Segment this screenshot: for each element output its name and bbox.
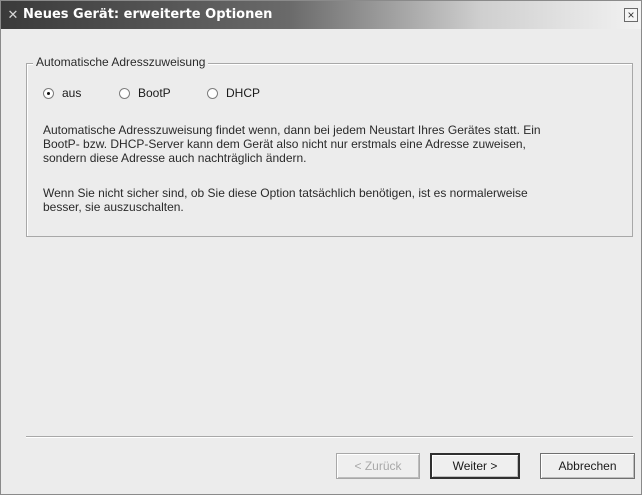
radio-indicator[interactable] bbox=[43, 87, 54, 99]
footer-separator bbox=[26, 436, 633, 438]
description-line: Wenn Sie nicht sicher sind, ob Sie diese… bbox=[43, 186, 528, 200]
title-bar[interactable]: ✕ Neues Gerät: erweiterte Optionen × bbox=[1, 1, 641, 29]
group-legend: Automatische Adresszuweisung bbox=[33, 55, 209, 69]
back-button[interactable]: < Zurück bbox=[336, 453, 420, 479]
close-icon[interactable]: × bbox=[624, 8, 638, 22]
radio-option-bootp[interactable]: BootP bbox=[119, 85, 171, 101]
radio-label: aus bbox=[62, 86, 82, 100]
dialog-window: ✕ Neues Gerät: erweiterte Optionen × Aut… bbox=[0, 0, 642, 495]
radio-label: BootP bbox=[138, 86, 171, 100]
radio-indicator[interactable] bbox=[119, 87, 130, 99]
app-icon: ✕ bbox=[7, 7, 19, 22]
description-line: sondern diese Adresse auch nachträglich … bbox=[43, 151, 307, 165]
description-line: besser, sie auszuschalten. bbox=[43, 200, 184, 214]
radio-label: DHCP bbox=[226, 86, 261, 100]
description-line: BootP- bzw. DHCP-Server kann dem Gerät a… bbox=[43, 137, 526, 151]
description-paragraph-1: Automatische Adresszuweisung findet wenn… bbox=[43, 123, 603, 165]
window-title: Neues Gerät: erweiterte Optionen bbox=[23, 7, 273, 22]
next-button[interactable]: Weiter > bbox=[430, 453, 520, 479]
radio-option-aus[interactable]: aus bbox=[43, 85, 81, 101]
cancel-button[interactable]: Abbrechen bbox=[540, 453, 635, 479]
radio-indicator[interactable] bbox=[207, 87, 218, 99]
description-paragraph-2: Wenn Sie nicht sicher sind, ob Sie diese… bbox=[43, 186, 603, 214]
radio-option-dhcp[interactable]: DHCP bbox=[207, 85, 260, 101]
description-line: Automatische Adresszuweisung findet wenn… bbox=[43, 123, 541, 137]
